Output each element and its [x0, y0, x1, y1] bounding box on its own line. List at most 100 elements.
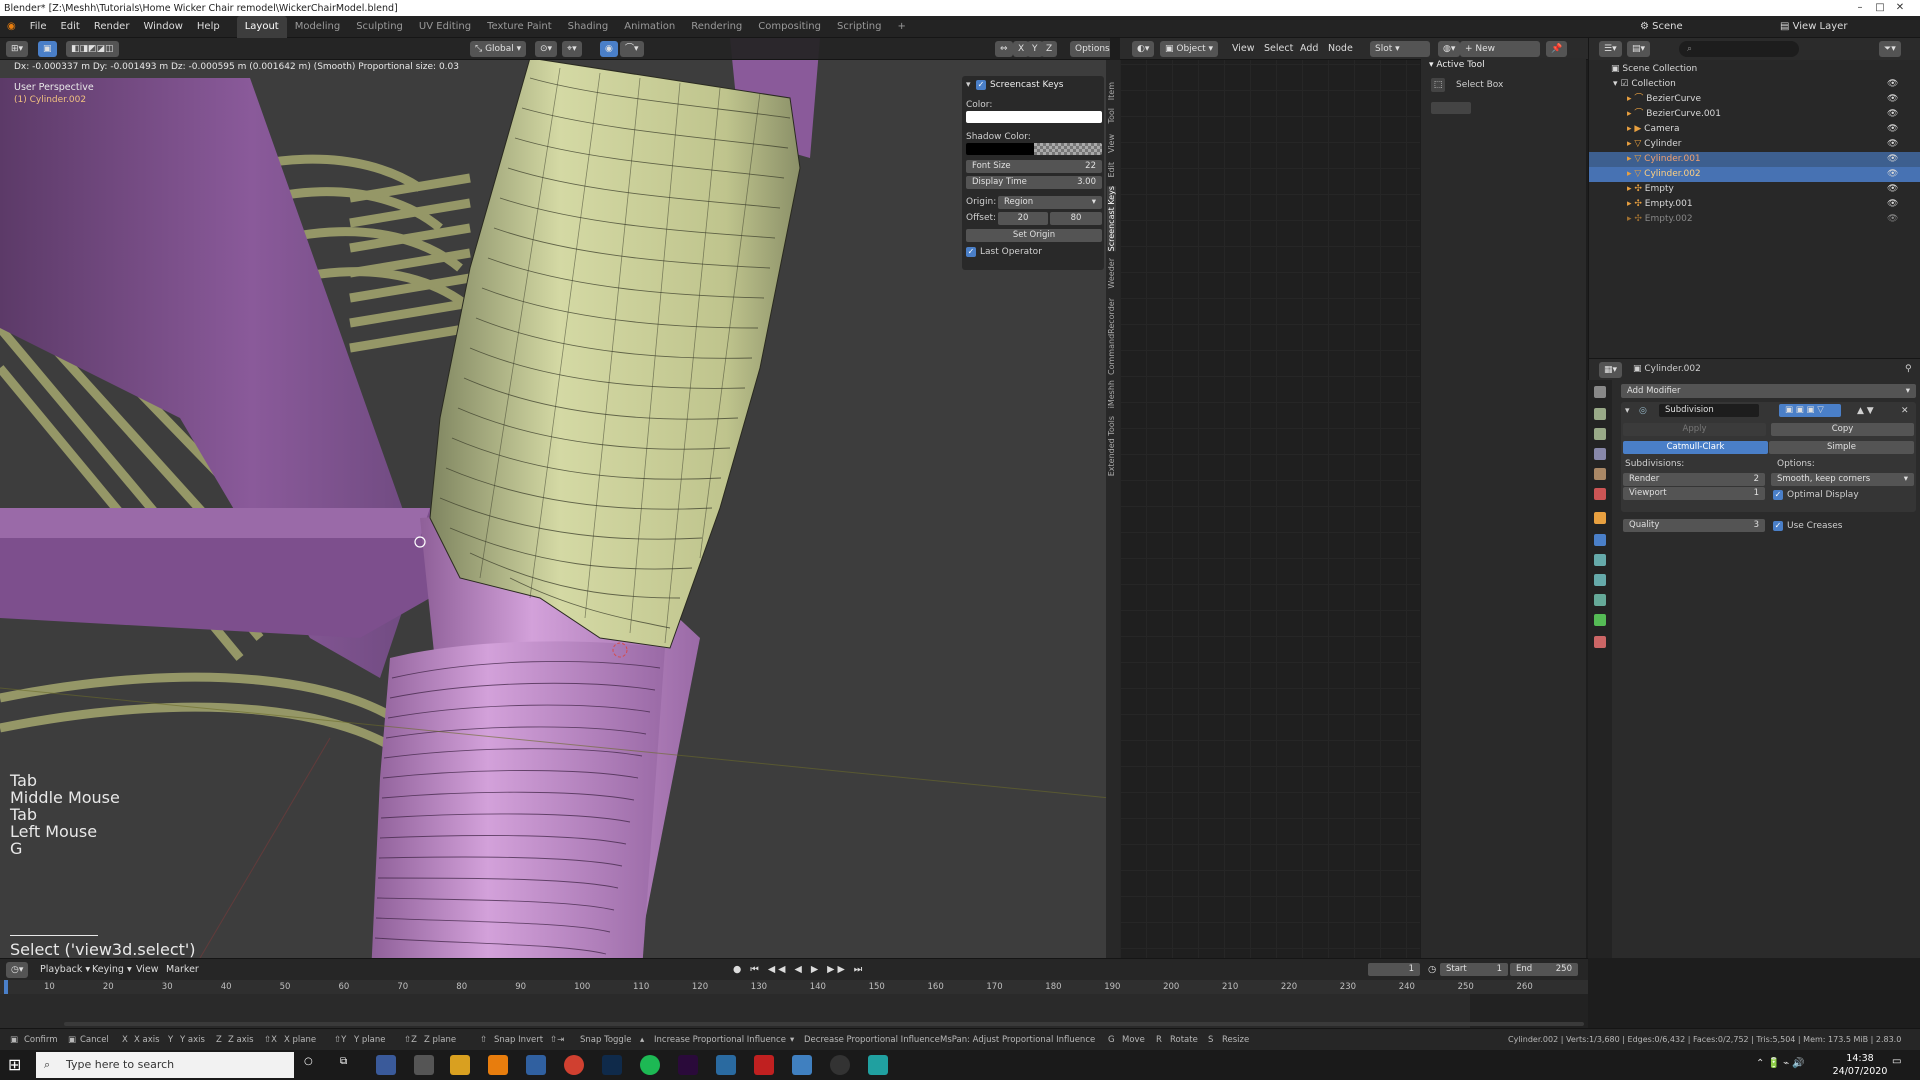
tab-tool[interactable]: Tool — [1107, 108, 1116, 124]
windows-start-icon[interactable]: ⊞ — [8, 1055, 21, 1074]
remove-modifier-icon[interactable]: ✕ — [1901, 406, 1909, 416]
cortana-icon[interactable]: ○ — [304, 1056, 313, 1067]
end-frame-field[interactable]: End 250 — [1510, 963, 1578, 976]
collapse-arrow-icon[interactable]: ▾ — [1625, 406, 1630, 416]
pin-icon[interactable]: 📌 — [1546, 41, 1568, 57]
modifier-visibility-toggles[interactable]: ▣ ▣ ▣ ▽ — [1779, 404, 1841, 417]
origin-dropdown[interactable]: Region ▾ — [998, 196, 1102, 209]
tool-tab-icon[interactable] — [1594, 386, 1606, 398]
close-icon[interactable]: ✕ — [1880, 0, 1920, 16]
node-menu-view[interactable]: View — [1232, 41, 1255, 57]
visibility-icon[interactable]: 👁 — [1887, 167, 1898, 182]
timeline-scrollbar[interactable] — [64, 1022, 1584, 1026]
pivot-point-icon[interactable]: ⊙▾ — [535, 41, 558, 57]
shadow-color-swatch[interactable] — [966, 143, 1034, 155]
spotify-icon[interactable] — [640, 1055, 660, 1075]
app-icon[interactable] — [830, 1055, 850, 1075]
outliner-item[interactable]: ▸ ⌒ BezierCurve 👁 — [1589, 92, 1920, 107]
menu-render[interactable]: Render — [87, 16, 137, 38]
properties-type-icon[interactable]: ▦▾ — [1599, 362, 1623, 378]
outliner-item[interactable]: ▸ ▽ Cylinder.001 👁 — [1589, 152, 1920, 167]
selection-mode-buttons[interactable]: ◧◨◩◪◫ — [66, 41, 119, 57]
outliner-item[interactable]: ▸ ▽ Cylinder 👁 — [1589, 137, 1920, 152]
blender-logo-icon[interactable]: ◉ — [0, 16, 23, 38]
shader-node-editor[interactable] — [1120, 38, 1420, 958]
outliner-item[interactable]: ▸ ⌒ BezierCurve.001 👁 — [1589, 107, 1920, 122]
transform-orientation-dropdown[interactable]: ⤡ Global ▾ — [470, 41, 527, 57]
app-icon[interactable] — [716, 1055, 736, 1075]
copy-button[interactable]: Copy — [1771, 423, 1914, 436]
outliner-search-input[interactable]: ⌕ — [1679, 41, 1799, 57]
menu-window[interactable]: Window — [136, 16, 189, 38]
visibility-icon[interactable]: 👁 — [1887, 182, 1898, 197]
options-dropdown[interactable]: Options ▾ — [1070, 41, 1110, 57]
modifier-name-field[interactable]: Subdivision — [1659, 404, 1759, 417]
current-frame-field[interactable]: 1 — [1368, 963, 1420, 976]
shadow-alpha-swatch[interactable] — [1034, 143, 1102, 155]
tab-command-recorder[interactable]: CommandRecorder — [1107, 298, 1116, 375]
workspace-tab-animation[interactable]: Animation — [616, 16, 683, 38]
filter-icon[interactable]: ⏷▾ — [1879, 41, 1901, 57]
font-size-field[interactable]: Font Size 22 — [966, 160, 1102, 173]
output-tab-icon[interactable] — [1594, 428, 1606, 440]
object-tab-icon[interactable] — [1594, 512, 1606, 524]
premiere-icon[interactable] — [678, 1055, 698, 1075]
workspace-tab-modeling[interactable]: Modeling — [287, 16, 349, 38]
visibility-icon[interactable]: 👁 — [1887, 122, 1898, 137]
acrobat-icon[interactable] — [754, 1055, 774, 1075]
new-material-button[interactable]: + New — [1460, 41, 1540, 57]
timeline-type-icon[interactable]: ◷▾ — [6, 962, 29, 978]
scene-selector[interactable]: ⚙ Scene — [1640, 16, 1683, 38]
outliner-item[interactable]: ▸ ▶ Camera 👁 — [1589, 122, 1920, 137]
calculator-icon[interactable] — [526, 1055, 546, 1075]
display-time-field[interactable]: Display Time 3.00 — [966, 176, 1102, 189]
workspace-tab-rendering[interactable]: Rendering — [683, 16, 750, 38]
editor-type-icon[interactable]: ⊞▾ — [6, 41, 29, 57]
render-levels-field[interactable]: Render 2 — [1623, 473, 1765, 486]
tab-item[interactable]: Item — [1107, 82, 1116, 100]
outliner-item[interactable]: ▸ ✣ Empty 👁 — [1589, 182, 1920, 197]
task-view-icon[interactable]: ⧉ — [340, 1056, 347, 1067]
mirror-icon[interactable]: ⇔ — [995, 41, 1013, 57]
slot-dropdown[interactable]: Slot ▾ — [1370, 41, 1430, 57]
notifications-icon[interactable]: ▭ — [1892, 1056, 1901, 1067]
display-mode-icon[interactable]: ▤▾ — [1627, 41, 1651, 57]
object-mode-dropdown[interactable]: ▣ Object ▾ — [1160, 41, 1219, 57]
select-mode-icon[interactable]: ▣ — [38, 41, 57, 57]
visibility-icon[interactable]: 👁 — [1887, 77, 1898, 92]
start-frame-field[interactable]: Start 1 — [1440, 963, 1508, 976]
menu-help[interactable]: Help — [190, 16, 227, 38]
workspace-tab-shading[interactable]: Shading — [560, 16, 617, 38]
screencast-enable-checkbox[interactable]: ✓ — [976, 80, 986, 90]
collapse-arrow-icon[interactable]: ▾ — [966, 80, 971, 90]
file-explorer-icon[interactable] — [450, 1055, 470, 1075]
scene-tab-icon[interactable] — [1594, 468, 1606, 480]
chrome-icon[interactable] — [564, 1055, 584, 1075]
set-origin-button[interactable]: Set Origin — [966, 229, 1102, 242]
scene-collection-row[interactable]: ▣ Scene Collection — [1589, 62, 1920, 77]
node-editor-type-icon[interactable]: ◐▾ — [1132, 41, 1155, 57]
data-tab-icon[interactable] — [1594, 614, 1606, 626]
add-modifier-dropdown[interactable]: Add Modifier ▾ — [1621, 384, 1916, 398]
uv-smooth-dropdown[interactable]: Smooth, keep corners ▾ — [1771, 473, 1914, 486]
taskbar-search-input[interactable]: ⌕ Type here to search — [36, 1052, 294, 1078]
outliner-type-icon[interactable]: ☰▾ — [1599, 41, 1622, 57]
material-browse-icon[interactable]: ◍▾ — [1438, 41, 1461, 57]
constraints-tab-icon[interactable] — [1594, 594, 1606, 606]
add-workspace-icon[interactable]: + — [889, 16, 913, 38]
catmull-clark-button[interactable]: Catmull-Clark — [1623, 441, 1768, 454]
app-icon[interactable] — [376, 1055, 396, 1075]
modifier-tab-icon[interactable] — [1594, 534, 1606, 546]
timeline[interactable]: 10 20 30 40 50 60 70 80 90 100 110 120 130 140 150 160 1… — [0, 980, 1588, 1028]
visibility-icon[interactable]: 👁 — [1887, 107, 1898, 122]
photos-icon[interactable] — [792, 1055, 812, 1075]
proportional-editing-icon[interactable]: ◉ — [600, 41, 618, 57]
tab-imeshh[interactable]: iMeshh — [1107, 380, 1116, 408]
app-icon[interactable] — [868, 1055, 888, 1075]
outliner-item-active[interactable]: ▸ ▽ Cylinder.002 👁 — [1589, 167, 1920, 182]
3d-viewport[interactable]: ⊞▾ ▣ ◧◨◩◪◫ ⤡ Global ▾ ⊙▾ ⌖▾ ◉ ⌒▾ ⇔ X Y Z… — [0, 38, 1110, 958]
app-icon[interactable] — [414, 1055, 434, 1075]
workspace-tab-compositing[interactable]: Compositing — [750, 16, 829, 38]
visibility-icon[interactable]: 👁 — [1887, 92, 1898, 107]
outliner-item[interactable]: ▸ ✣ Empty.002 👁 — [1589, 212, 1920, 227]
